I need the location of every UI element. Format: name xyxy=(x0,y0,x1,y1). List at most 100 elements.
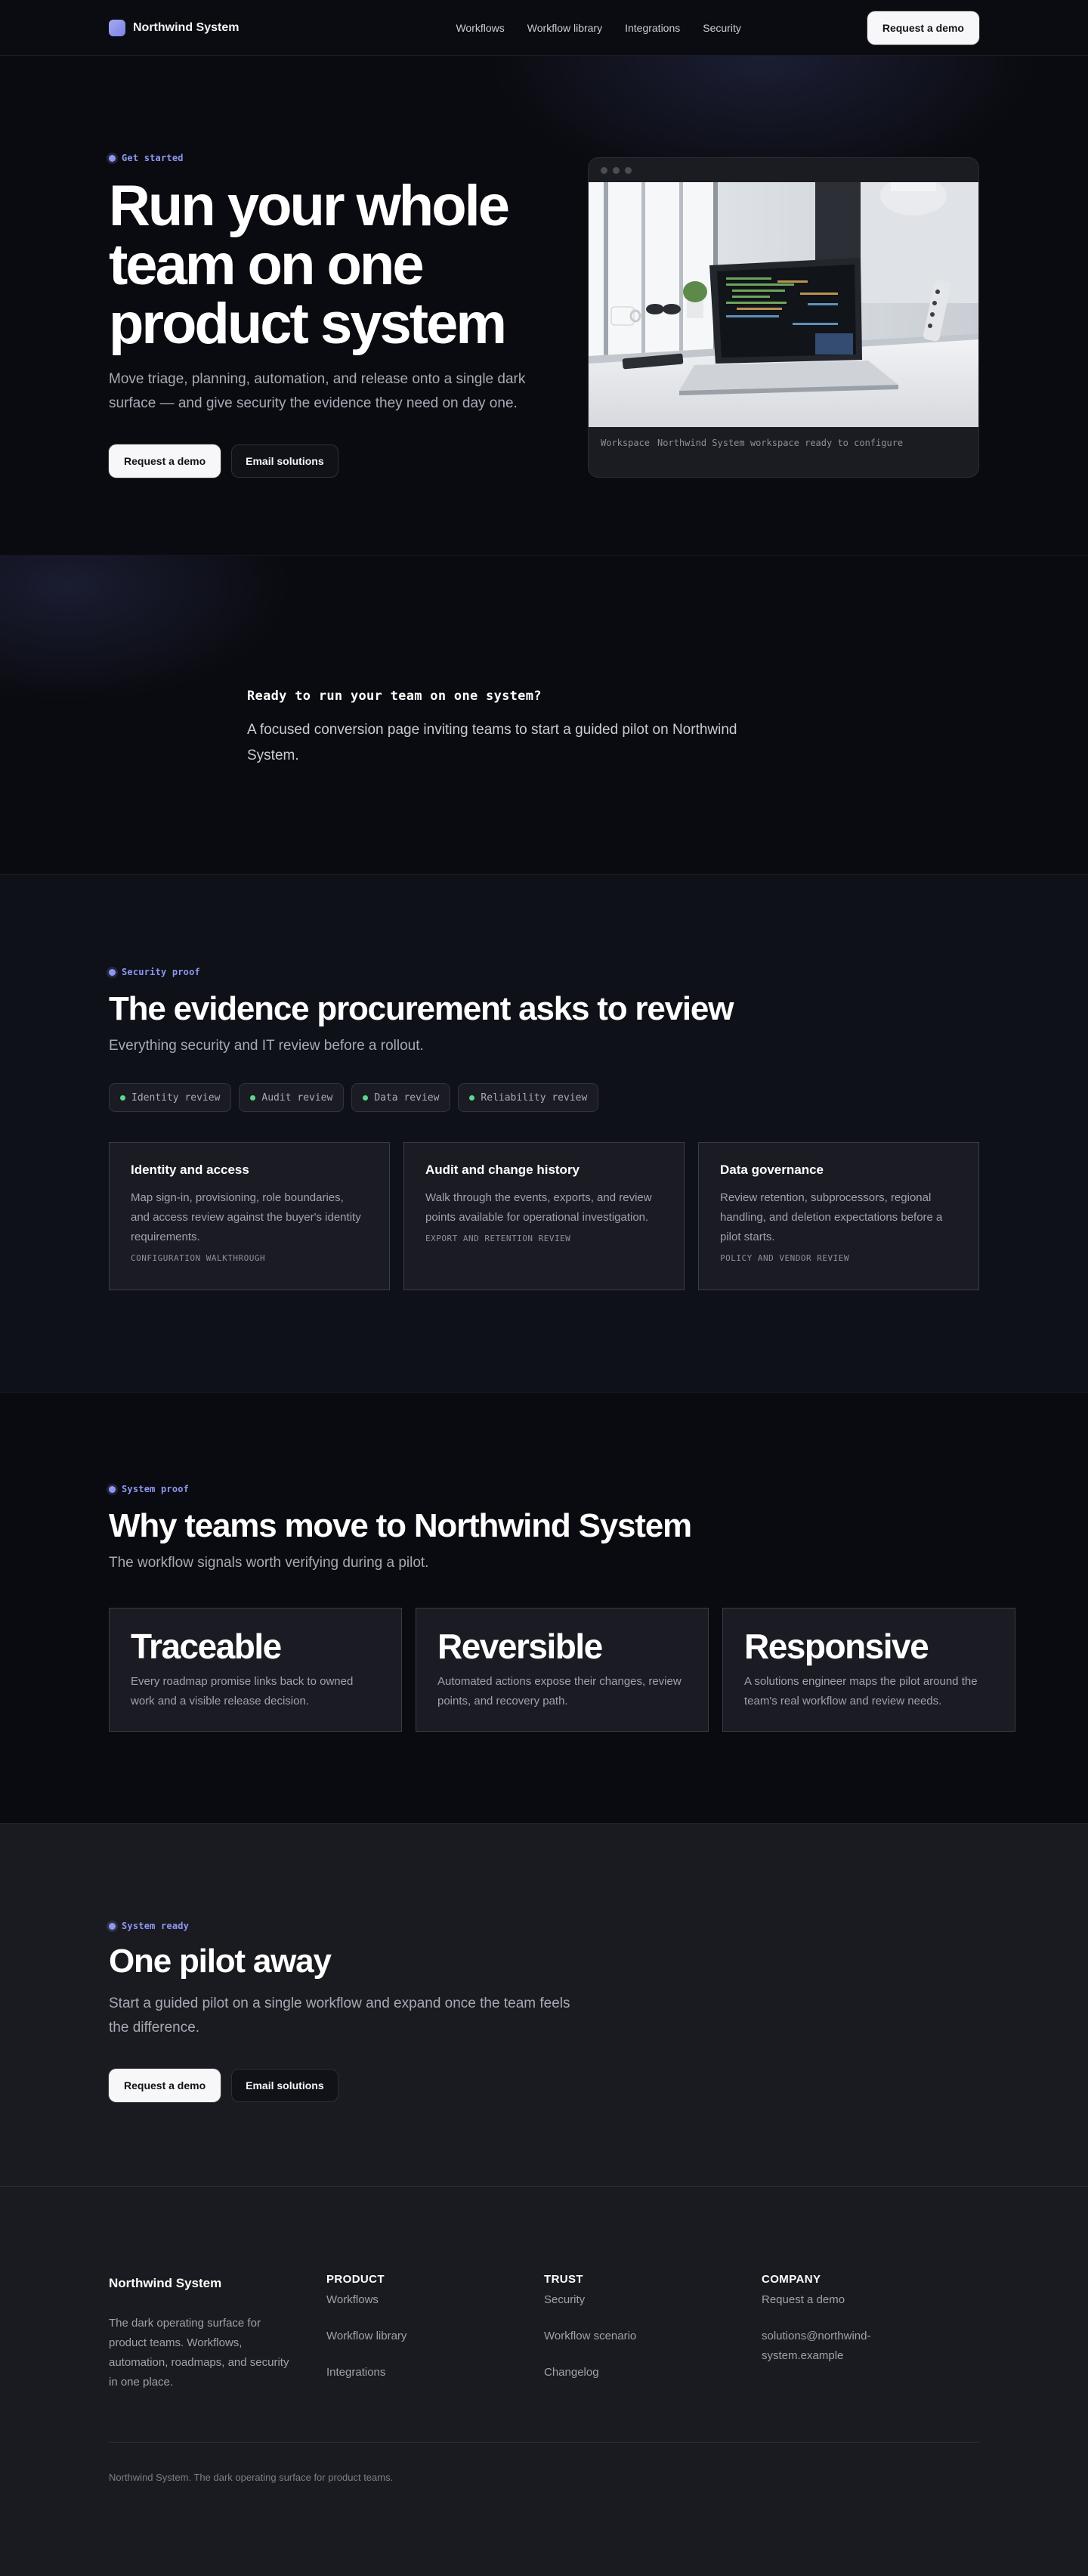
footer-heading: PRODUCT xyxy=(326,2273,385,2286)
card-responsive: Responsive A solutions engineer maps the… xyxy=(722,1608,1015,1732)
footer-link-workflows[interactable]: Workflows xyxy=(326,2290,544,2310)
brand-name: Northwind System xyxy=(133,21,240,34)
top-nav: Northwind System Workflows Workflow libr… xyxy=(0,0,1088,56)
ready-text: A focused conversion page inviting teams… xyxy=(247,722,737,763)
security-subtitle: Everything security and IT review before… xyxy=(109,1038,424,1054)
chip-data-review: Data review xyxy=(351,1083,451,1112)
card-tag: EXPORT AND RETENTION REVIEW xyxy=(425,1234,571,1243)
ready-title: Ready to run your team on one system? xyxy=(247,689,542,704)
stat-title: Traceable xyxy=(131,1627,282,1666)
eyebrow-dot-icon xyxy=(109,154,116,162)
card-text: Review retention, subprocessors, regiona… xyxy=(720,1191,943,1243)
chip-label: Data review xyxy=(374,1091,440,1104)
footer-column-trust: TRUST Security Workflow scenario Changel… xyxy=(544,2273,762,2392)
security-cards: Identity and access Map sign-in, provisi… xyxy=(109,1142,979,1290)
pilot-request-demo-button[interactable]: Request a demo xyxy=(109,2069,221,2102)
hero-request-demo-button[interactable]: Request a demo xyxy=(109,444,221,478)
laptop-desk-illustration xyxy=(589,182,978,427)
why-eyebrow-label: System proof xyxy=(122,1484,190,1494)
why-subtitle: The workflow signals worth verifying dur… xyxy=(109,1555,429,1571)
pilot-eyebrow-label: System ready xyxy=(122,1921,190,1931)
hero-subtitle: Move triage, planning, automation, and r… xyxy=(109,371,526,411)
card-traceable: Traceable Every roadmap promise links ba… xyxy=(109,1608,402,1732)
nav-link-security[interactable]: Security xyxy=(703,22,741,34)
hero-title-line-1: Run your whole xyxy=(109,174,510,238)
nav-request-demo-button[interactable]: Request a demo xyxy=(867,11,979,45)
site-footer: Northwind System The dark operating surf… xyxy=(0,2186,1088,2576)
footer-link-email[interactable]: solutions@northwind-system.example xyxy=(762,2327,905,2366)
stat-title: Responsive xyxy=(744,1627,929,1666)
why-section: System proof Why teams move to Northwind… xyxy=(0,1392,1088,1823)
card-identity-access: Identity and access Map sign-in, provisi… xyxy=(109,1142,390,1290)
pilot-email-solutions-button[interactable]: Email solutions xyxy=(231,2069,338,2102)
hero-title: Run your whole team on one product syste… xyxy=(109,177,555,354)
chip-label: Audit review xyxy=(261,1091,333,1104)
window-titlebar xyxy=(589,158,978,182)
card-audit-history: Audit and change history Walk through th… xyxy=(403,1142,685,1290)
footer-link-request-demo[interactable]: Request a demo xyxy=(762,2290,979,2310)
brand[interactable]: Northwind System xyxy=(109,20,239,36)
footer-column-product: PRODUCT Workflows Workflow library Integ… xyxy=(326,2273,544,2392)
chip-audit-review: Audit review xyxy=(239,1083,345,1112)
stat-text: Every roadmap promise links back to owne… xyxy=(131,1675,354,1708)
card-tag: CONFIGURATION WALKTHROUGH xyxy=(131,1253,266,1263)
hero-eyebrow: Get started xyxy=(109,153,555,163)
security-eyebrow: Security proof xyxy=(109,967,979,977)
hero-section: Get started Run your whole team on one p… xyxy=(0,56,1088,555)
hero-email-solutions-button[interactable]: Email solutions xyxy=(231,444,338,478)
status-dot-icon xyxy=(363,1094,369,1101)
status-dot-icon xyxy=(120,1094,125,1101)
stat-text: Automated actions expose their changes, … xyxy=(437,1675,682,1708)
why-title: Why teams move to Northwind System xyxy=(109,1507,692,1544)
hero-content: Get started Run your whole team on one p… xyxy=(109,153,555,478)
card-text: Map sign-in, provisioning, role boundari… xyxy=(131,1191,361,1243)
review-chips: Identity review Audit review Data review… xyxy=(109,1083,979,1112)
footer-link-workflow-library[interactable]: Workflow library xyxy=(326,2327,544,2346)
footer-copyright: Northwind System. The dark operating sur… xyxy=(109,2472,394,2483)
card-data-governance: Data governance Review retention, subpro… xyxy=(698,1142,979,1290)
pilot-section: System ready One pilot away Start a guid… xyxy=(0,1823,1088,2186)
security-section: Security proof The evidence procurement … xyxy=(0,874,1088,1392)
brand-logo-icon xyxy=(109,20,125,36)
chip-label: Reliability review xyxy=(481,1091,588,1104)
hero-eyebrow-label: Get started xyxy=(122,153,184,163)
footer-divider xyxy=(109,2442,979,2443)
card-reversible: Reversible Automated actions expose thei… xyxy=(416,1608,709,1732)
footer-link-security[interactable]: Security xyxy=(544,2290,762,2310)
nav-links: Workflows Workflow library Integrations … xyxy=(456,22,740,34)
footer-brand-column: Northwind System The dark operating surf… xyxy=(109,2273,326,2392)
footer-column-company: COMPANY Request a demo solutions@northwi… xyxy=(762,2273,979,2392)
pilot-eyebrow: System ready xyxy=(109,1921,979,1931)
stat-title: Reversible xyxy=(437,1627,603,1666)
footer-link-changelog[interactable]: Changelog xyxy=(544,2363,762,2382)
hero-title-line-2: team on one xyxy=(109,233,425,297)
security-eyebrow-label: Security proof xyxy=(122,967,200,977)
chip-reliability-review: Reliability review xyxy=(458,1083,599,1112)
why-cards: Traceable Every roadmap promise links ba… xyxy=(109,1608,1015,1732)
footer-columns: Northwind System The dark operating surf… xyxy=(109,2273,979,2392)
footer-link-workflow-scenario[interactable]: Workflow scenario xyxy=(544,2327,762,2346)
window-caption-text: Northwind System workspace ready to conf… xyxy=(657,438,904,448)
window-dot-icon xyxy=(601,166,607,174)
workspace-laptop-photo xyxy=(589,182,978,427)
card-title: Audit and change history xyxy=(425,1163,580,1177)
window-caption-label: Workspace xyxy=(601,438,651,448)
why-eyebrow: System proof xyxy=(109,1484,979,1494)
chip-identity-review: Identity review xyxy=(109,1083,232,1112)
window-dot-icon xyxy=(613,166,620,174)
window-caption: Workspace Northwind System workspace rea… xyxy=(589,427,978,459)
card-title: Data governance xyxy=(720,1163,824,1177)
footer-description: The dark operating surface for product t… xyxy=(109,2317,289,2389)
card-tag: POLICY AND VENDOR REVIEW xyxy=(720,1253,849,1263)
pilot-cta-row: Request a demo Email solutions xyxy=(109,2069,979,2102)
nav-link-integrations[interactable]: Integrations xyxy=(625,22,680,34)
hero-cta-row: Request a demo Email solutions xyxy=(109,444,555,478)
hero-title-line-3: product system xyxy=(109,292,507,356)
nav-link-workflow-library[interactable]: Workflow library xyxy=(527,22,602,34)
eyebrow-dot-icon xyxy=(109,968,116,976)
footer-link-integrations[interactable]: Integrations xyxy=(326,2363,544,2382)
footer-heading: COMPANY xyxy=(762,2273,821,2286)
nav-link-workflows[interactable]: Workflows xyxy=(456,22,504,34)
security-title: The evidence procurement asks to review xyxy=(109,990,734,1027)
footer-brand: Northwind System xyxy=(109,2276,222,2290)
